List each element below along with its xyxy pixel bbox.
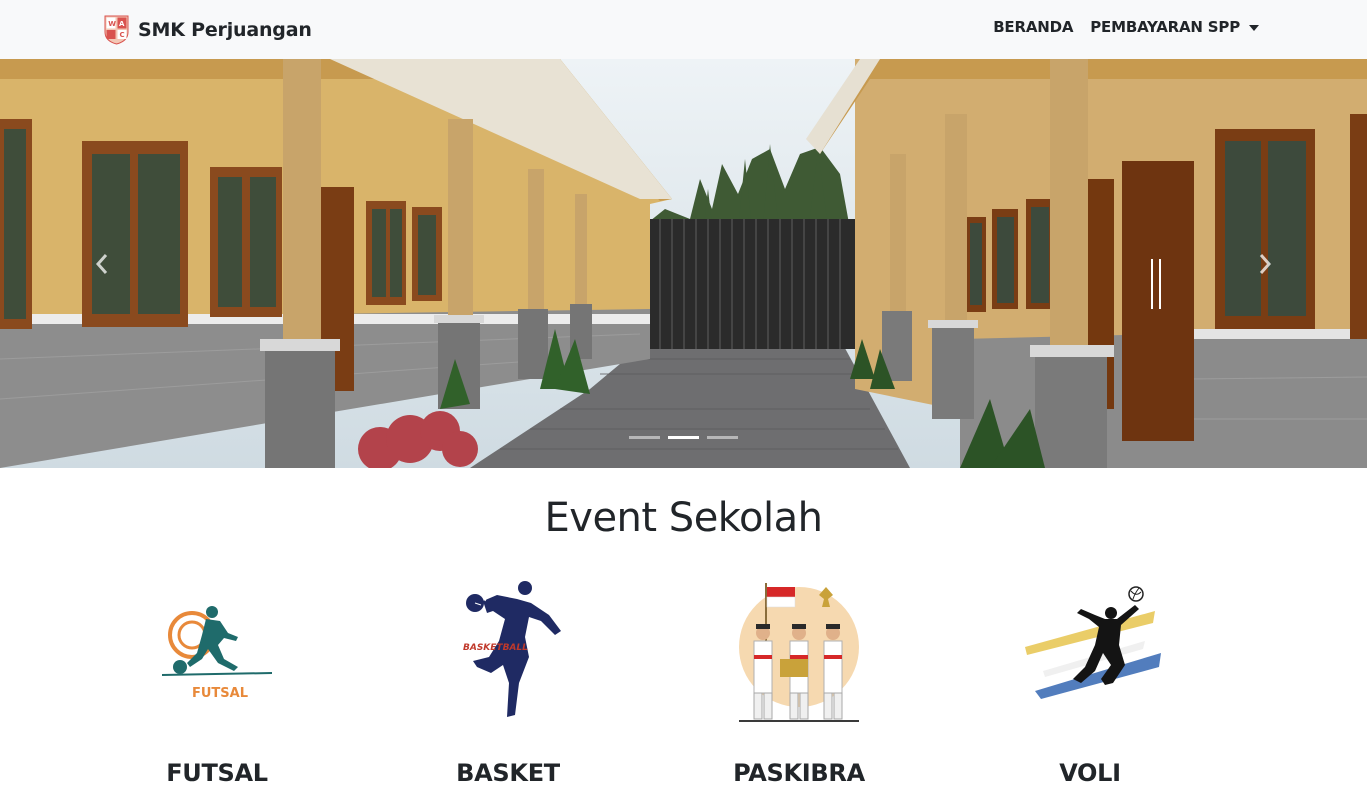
event-card-paskibra[interactable]: PASKIBRA — [689, 575, 909, 802]
futsal-player-icon: FUTSAL — [161, 606, 273, 701]
nav-item-label: PEMBAYARAN SPP — [1090, 18, 1240, 36]
carousel-prev-button[interactable] — [72, 239, 132, 289]
carousel-indicator-1[interactable] — [629, 436, 660, 439]
navbar: W A C SMK Perjuangan BERANDA PEMBAYARAN … — [0, 0, 1367, 59]
event-label: FUTSAL — [166, 759, 268, 787]
svg-text:C: C — [120, 31, 125, 39]
flag-raising-team-icon — [739, 583, 859, 722]
event-card-voli[interactable]: VOLI — [980, 575, 1200, 802]
hero-carousel — [0, 59, 1367, 468]
brand-link[interactable]: W A C SMK Perjuangan — [104, 14, 312, 46]
carousel-indicators — [0, 436, 1367, 439]
event-label: PASKIBRA — [733, 759, 865, 787]
basketball-logo-text: BASKETBALL — [463, 643, 528, 653]
volleyball-player-icon — [1025, 586, 1161, 699]
school-shield-logo: W A C — [104, 15, 129, 45]
chevron-left-icon — [95, 254, 108, 274]
svg-text:A: A — [119, 20, 125, 28]
nav-item-label: BERANDA — [993, 18, 1074, 36]
school-corridor-image — [0, 59, 1367, 468]
event-card-futsal[interactable]: FUTSAL FUTSAL — [107, 575, 327, 802]
brand-name: SMK Perjuangan — [138, 19, 312, 41]
svg-text:W: W — [108, 20, 116, 28]
nav-menu: BERANDA PEMBAYARAN SPP — [976, 18, 1259, 36]
section-title: Event Sekolah — [544, 495, 824, 541]
futsal-logo-text: FUTSAL — [192, 686, 248, 701]
nav-item-beranda[interactable]: BERANDA — [993, 18, 1073, 36]
basketball-player-icon: BASKETBALL — [463, 581, 561, 717]
event-label: VOLI — [1059, 759, 1121, 787]
carousel-indicator-2[interactable] — [668, 436, 699, 439]
carousel-indicator-3[interactable] — [707, 436, 738, 439]
event-label: BASKET — [456, 759, 560, 787]
carousel-next-button[interactable] — [1235, 239, 1295, 289]
caret-down-icon — [1249, 24, 1259, 31]
event-card-basket[interactable]: BASKETBALL BASKET — [398, 575, 618, 802]
chevron-right-icon — [1259, 254, 1272, 274]
nav-item-pembayaran-spp-dropdown[interactable]: PEMBAYARAN SPP — [1090, 18, 1259, 36]
